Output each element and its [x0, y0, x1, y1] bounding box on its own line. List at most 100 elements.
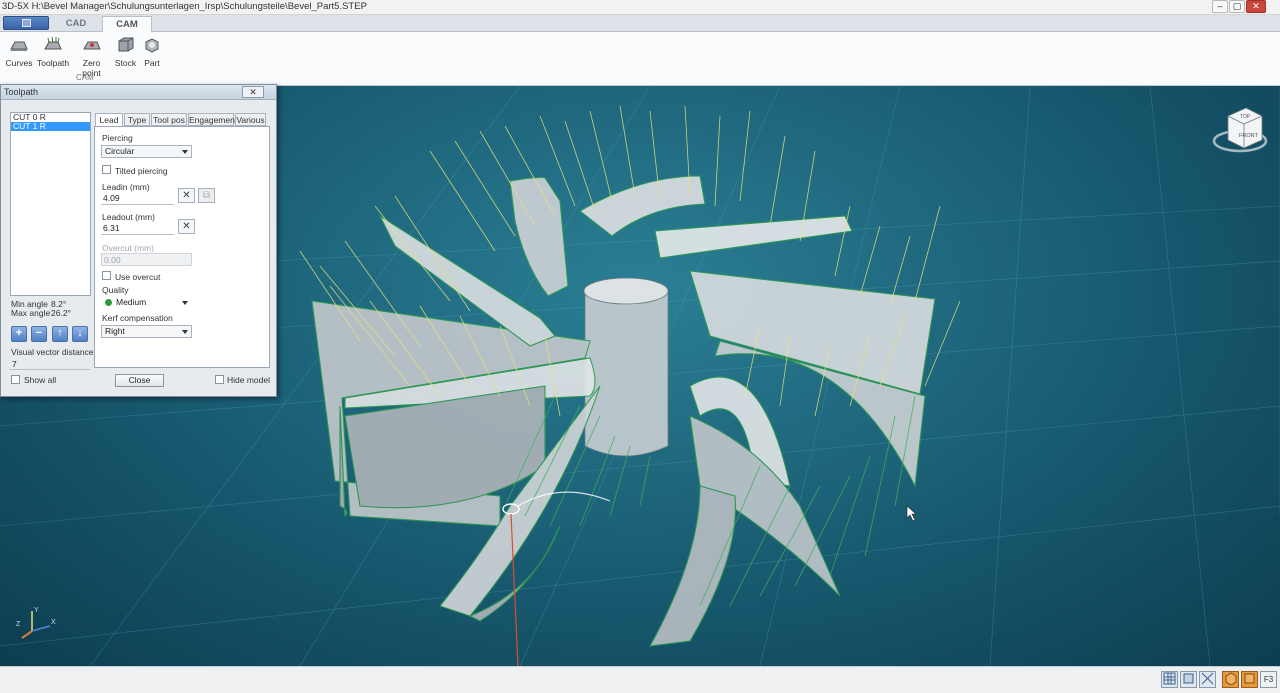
dialog-title-bar[interactable]: Toolpath ✕ — [1, 85, 276, 100]
vvd-label: Visual vector distance — [11, 347, 94, 357]
curves-label: Curves — [5, 58, 33, 68]
overcut-input: 0.00 — [101, 253, 192, 266]
leadout-label: Leadout (mm) — [102, 212, 155, 222]
document-icon — [22, 19, 31, 27]
leadout-reset-button[interactable]: ✕ — [178, 219, 195, 234]
tab-various[interactable]: Various — [235, 113, 266, 126]
grid-view-button[interactable] — [1161, 671, 1178, 688]
maximize-button[interactable]: ▢ — [1229, 0, 1245, 13]
kerf-label: Kerf compensation — [102, 313, 173, 323]
ribbon-tab-strip: CAD CAM — [0, 15, 1280, 32]
part-label: Part — [144, 58, 160, 68]
view-cube-front-label: FRONT — [1239, 133, 1259, 139]
wireframe-view-button[interactable] — [1199, 671, 1216, 688]
axis-triad: Y X Z — [16, 607, 56, 639]
move-down-button[interactable]: ↓ — [72, 326, 88, 342]
mouse-cursor-icon — [906, 505, 917, 522]
stock-icon — [118, 37, 133, 52]
title-bar: 3D-5X H:\Bevel Manager\Schulungsunterlag… — [0, 0, 1280, 15]
ribbon-group-label: CAM — [76, 73, 94, 82]
close-button[interactable]: Close — [115, 374, 164, 387]
vvd-input[interactable]: 7 — [10, 358, 90, 370]
shaded-edges-view-button[interactable] — [1241, 671, 1258, 688]
arrow-down-icon: ↓ — [77, 327, 83, 339]
ribbon-panel: Curves Toolpath Zero point Stock Part CA… — [0, 32, 1280, 86]
close-window-button[interactable]: ✕ — [1246, 0, 1266, 13]
view-cube[interactable]: TOP FRONT — [1212, 107, 1268, 153]
zero-point-icon — [82, 41, 101, 50]
arrow-up-icon: ↑ — [57, 327, 63, 339]
curves-icon — [10, 41, 28, 51]
plus-icon: + — [15, 327, 23, 339]
file-menu-button[interactable] — [3, 16, 49, 30]
clear-icon: ✕ — [182, 221, 191, 232]
use-overcut-label: Use overcut — [115, 272, 161, 282]
tilted-piercing-checkbox[interactable] — [102, 165, 111, 174]
toolpath-icon — [43, 36, 62, 50]
box-icon — [1183, 673, 1194, 684]
tab-engagement[interactable]: Engagement — [188, 113, 237, 126]
tab-lead[interactable]: Lead — [95, 113, 123, 127]
add-cut-button[interactable]: + — [11, 326, 27, 342]
part-button[interactable]: Part — [141, 36, 163, 68]
shaded-cube-icon — [1225, 672, 1237, 686]
axis-z-label: Z — [16, 621, 21, 628]
curves-button[interactable]: Curves — [5, 36, 33, 68]
minimize-button[interactable]: – — [1212, 0, 1228, 13]
remove-cut-button[interactable]: − — [31, 326, 47, 342]
toolpath-button[interactable]: Toolpath — [37, 36, 70, 68]
tab-cad[interactable]: CAD — [54, 16, 98, 32]
quality-value: Medium — [116, 297, 147, 307]
toolpath-dialog: Toolpath ✕ CUT 0 R CUT 1 R Min angle 8.2… — [0, 84, 277, 397]
max-angle-value: 26.2° — [51, 308, 71, 318]
show-all-checkbox[interactable] — [11, 375, 20, 384]
quality-status-dot — [105, 299, 112, 306]
tab-type[interactable]: Type — [124, 113, 150, 126]
dialog-title: Toolpath — [4, 87, 39, 97]
zero-point-button[interactable]: Zero point — [73, 36, 110, 78]
chevron-down-icon — [182, 150, 188, 154]
tab-tool-pos[interactable]: Tool pos — [151, 113, 187, 126]
leadout-input[interactable]: 6.31 — [101, 222, 174, 235]
hub — [583, 277, 669, 457]
cut-list-item-selected[interactable]: CUT 1 R — [11, 122, 90, 131]
pick-icon: ⧉ — [202, 190, 211, 201]
use-overcut-checkbox[interactable] — [102, 271, 111, 280]
window-title: 3D-5X H:\Bevel Manager\Schulungsunterlag… — [2, 1, 367, 12]
shaded-edges-icon — [1244, 673, 1255, 684]
max-angle-label: Max angle — [11, 308, 51, 318]
leadin-reset-button[interactable]: ✕ — [178, 188, 195, 203]
show-all-label: Show all — [24, 375, 57, 385]
grid-icon — [1163, 672, 1176, 685]
shaded-view-button[interactable] — [1222, 671, 1239, 688]
piercing-value: Circular — [105, 146, 135, 156]
chevron-down-icon — [182, 330, 188, 334]
hide-model-label: Hide model — [227, 375, 270, 385]
quality-select[interactable]: Medium — [101, 296, 192, 309]
view-cube-top-label: TOP — [1240, 114, 1251, 120]
dialog-close-button[interactable]: ✕ — [242, 86, 264, 98]
chevron-down-icon — [182, 301, 188, 305]
piercing-select[interactable]: Circular — [101, 145, 192, 158]
stock-label: Stock — [114, 58, 137, 68]
tilted-piercing-label: Tilted piercing — [115, 166, 168, 176]
axis-x-label: X — [51, 619, 56, 626]
piercing-label: Piercing — [102, 133, 133, 143]
axis-y-label: Y — [34, 607, 39, 614]
move-up-button[interactable]: ↑ — [52, 326, 68, 342]
tab-cam[interactable]: CAM — [102, 16, 152, 32]
box-view-button[interactable] — [1180, 671, 1197, 688]
leadin-input[interactable]: 4.09 — [101, 192, 174, 205]
hide-model-checkbox[interactable] — [215, 375, 224, 384]
part-icon — [145, 38, 159, 53]
kerf-value: Right — [105, 326, 125, 336]
toolpath-label: Toolpath — [37, 58, 70, 68]
minus-icon: − — [35, 327, 43, 339]
cut-list[interactable]: CUT 0 R CUT 1 R — [10, 112, 91, 296]
f3-button[interactable]: F3 — [1260, 671, 1277, 688]
leadin-label: Leadin (mm) — [102, 182, 150, 192]
quality-label: Quality — [102, 285, 129, 295]
stock-button[interactable]: Stock — [114, 36, 137, 68]
kerf-select[interactable]: Right — [101, 325, 192, 338]
leadin-pick-button[interactable]: ⧉ — [198, 188, 215, 203]
